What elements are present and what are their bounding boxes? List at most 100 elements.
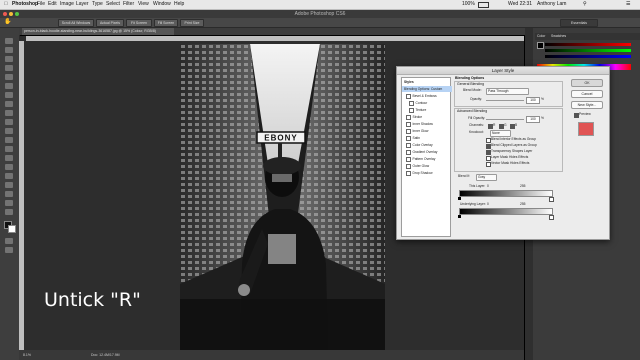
underlying-white-slider[interactable]: [549, 215, 554, 220]
vertical-ruler[interactable]: [19, 41, 24, 350]
menu-layer[interactable]: Layer: [76, 1, 89, 8]
crop-tool-icon[interactable]: [5, 74, 13, 80]
blur-tool-icon[interactable]: [5, 146, 13, 152]
horizontal-ruler[interactable]: [26, 36, 524, 41]
style-item-checkbox[interactable]: [409, 100, 414, 106]
clone-stamp-tool-icon[interactable]: [5, 110, 13, 116]
style-item[interactable]: Outer Glow: [402, 163, 450, 169]
style-item[interactable]: Inner Glow: [402, 128, 450, 134]
quick-mask-icon[interactable]: [5, 238, 13, 244]
style-item[interactable]: Blending Options: Custom: [402, 86, 452, 92]
opacity-field[interactable]: 100: [526, 97, 540, 104]
style-item-checkbox[interactable]: [406, 149, 411, 155]
fit-screen-button[interactable]: Fit Screen: [126, 19, 152, 27]
scroll-all-windows-checkbox[interactable]: Scroll All Windows: [58, 19, 94, 27]
workspace-select[interactable]: Essentials: [560, 19, 598, 27]
blend-mode-select[interactable]: Pass Through: [486, 88, 529, 95]
this-layer-white-slider[interactable]: [549, 197, 554, 202]
fill-screen-button[interactable]: Fill Screen: [154, 19, 178, 27]
move-tool-icon[interactable]: [5, 38, 13, 44]
marquee-tool-icon[interactable]: [5, 47, 13, 53]
fill-opacity-slider[interactable]: [486, 119, 524, 120]
menu-edit[interactable]: Edit: [48, 1, 57, 8]
print-size-button[interactable]: Print Size: [180, 19, 204, 27]
document-image[interactable]: EBONY: [180, 44, 385, 350]
actual-pixels-button[interactable]: Actual Pixels: [96, 19, 124, 27]
style-item-checkbox[interactable]: [406, 156, 411, 162]
style-item[interactable]: Stroke: [402, 114, 450, 120]
style-item-checkbox[interactable]: [409, 107, 414, 113]
style-item-checkbox[interactable]: [406, 135, 411, 141]
hand-tool-icon[interactable]: ✋: [4, 19, 12, 26]
battery-icon[interactable]: [478, 2, 489, 8]
shape-tool-icon[interactable]: [5, 191, 13, 197]
user-name[interactable]: Anthony Lam: [537, 1, 566, 8]
zoom-tool-icon[interactable]: [5, 209, 13, 215]
document-size[interactable]: Doc: 12.4M/17.9M: [91, 350, 120, 360]
style-item-checkbox[interactable]: [406, 114, 411, 120]
style-item[interactable]: Drop Shadow: [402, 170, 450, 176]
styles-header[interactable]: Styles: [402, 79, 450, 85]
style-item[interactable]: Gradient Overlay: [402, 149, 450, 155]
style-item[interactable]: Contour: [402, 100, 450, 106]
clock[interactable]: Wed 22:31: [508, 1, 532, 8]
style-item[interactable]: Pattern Overlay: [402, 156, 450, 162]
cancel-button[interactable]: Cancel: [571, 90, 603, 98]
menu-file[interactable]: File: [37, 1, 45, 8]
tab-swatches[interactable]: Swatches: [551, 33, 566, 39]
path-select-tool-icon[interactable]: [5, 182, 13, 188]
healing-brush-tool-icon[interactable]: [5, 92, 13, 98]
dodge-tool-icon[interactable]: [5, 155, 13, 161]
this-layer-black-slider[interactable]: [458, 197, 461, 200]
ok-button[interactable]: OK: [571, 79, 603, 87]
menu-view[interactable]: View: [138, 1, 149, 8]
menu-filter[interactable]: Filter: [123, 1, 134, 8]
style-item[interactable]: Color Overlay: [402, 142, 450, 148]
green-slider[interactable]: [545, 49, 631, 52]
menu-type[interactable]: Type: [92, 1, 103, 8]
zoom-level[interactable]: 8.1%: [23, 350, 31, 360]
background-color-swatch[interactable]: [8, 225, 16, 233]
style-item-checkbox[interactable]: [406, 170, 411, 176]
style-item[interactable]: Inner Shadow: [402, 121, 450, 127]
eraser-tool-icon[interactable]: [5, 128, 13, 134]
red-slider[interactable]: [545, 43, 631, 46]
style-item[interactable]: Bevel & Emboss: [402, 93, 450, 99]
fill-opacity-field[interactable]: 100: [526, 116, 540, 123]
brush-tool-icon[interactable]: [5, 101, 13, 107]
style-item-checkbox[interactable]: [406, 121, 411, 127]
opacity-slider[interactable]: [486, 100, 524, 101]
document-tab[interactable]: person-in-black-hoodie-standing-near-bui…: [22, 28, 174, 35]
style-item[interactable]: Texture: [402, 107, 450, 113]
menu-help[interactable]: Help: [174, 1, 184, 8]
style-item-checkbox[interactable]: [406, 142, 411, 148]
blend-if-select[interactable]: Gray: [476, 174, 497, 181]
underlying-black-slider[interactable]: [458, 215, 461, 218]
eyedropper-tool-icon[interactable]: [5, 83, 13, 89]
menu-image[interactable]: Image: [60, 1, 74, 8]
gradient-tool-icon[interactable]: [5, 137, 13, 143]
tab-color[interactable]: Color: [537, 33, 545, 39]
menu-app[interactable]: Photoshop: [12, 1, 38, 8]
quick-select-tool-icon[interactable]: [5, 65, 13, 71]
pen-tool-icon[interactable]: [5, 164, 13, 170]
screen-mode-icon[interactable]: [5, 247, 13, 253]
hand-tool-icon[interactable]: [5, 200, 13, 206]
new-style-button[interactable]: New Style...: [571, 101, 603, 109]
style-item[interactable]: Satin: [402, 135, 450, 141]
history-brush-tool-icon[interactable]: [5, 119, 13, 125]
color-panel-foreground[interactable]: [537, 42, 544, 49]
knockout-select[interactable]: None: [490, 130, 511, 137]
lasso-tool-icon[interactable]: [5, 56, 13, 62]
menu-window[interactable]: Window: [153, 1, 171, 8]
search-icon[interactable]: ⚲: [583, 1, 587, 8]
menu-select[interactable]: Select: [106, 1, 120, 8]
style-item-checkbox[interactable]: [406, 128, 411, 134]
style-item-checkbox[interactable]: [406, 93, 411, 99]
blue-slider[interactable]: [545, 55, 631, 58]
apple-icon[interactable]: : [4, 1, 8, 8]
style-item-checkbox[interactable]: [406, 163, 411, 169]
notification-icon[interactable]: ☰: [626, 1, 630, 8]
type-tool-icon[interactable]: [5, 173, 13, 179]
tutorial-caption: Untick "R": [44, 289, 141, 311]
